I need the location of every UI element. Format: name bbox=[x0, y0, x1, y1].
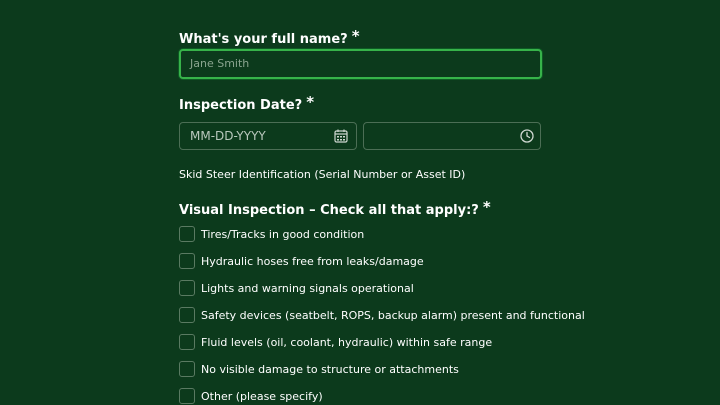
skid-steer-id-label: Skid Steer Identification (Serial Number… bbox=[179, 168, 466, 181]
date-placeholder: MM-DD-YYYY bbox=[190, 129, 266, 143]
required-mark: * bbox=[306, 93, 315, 111]
checkbox[interactable] bbox=[179, 388, 195, 404]
date-question-label: Inspection Date? * bbox=[179, 93, 315, 113]
checkbox-option-fluid-levels[interactable]: Fluid levels (oil, coolant, hydraulic) w… bbox=[179, 333, 492, 351]
name-question-label: What's your full name? * bbox=[179, 27, 360, 47]
inspection-time-input[interactable] bbox=[363, 122, 541, 150]
checkbox-option-lights[interactable]: Lights and warning signals operational bbox=[179, 279, 414, 297]
checkbox-option-tires[interactable]: Tires/Tracks in good condition bbox=[179, 225, 364, 243]
checkbox-option-other[interactable]: Other (please specify) bbox=[179, 387, 323, 405]
checkbox-option-safety-devices[interactable]: Safety devices (seatbelt, ROPS, backup a… bbox=[179, 306, 585, 324]
full-name-input[interactable]: Jane Smith bbox=[179, 49, 542, 79]
required-mark: * bbox=[482, 198, 491, 216]
checkbox[interactable] bbox=[179, 334, 195, 350]
visual-inspection-label: Visual Inspection – Check all that apply… bbox=[179, 198, 491, 218]
checkbox[interactable] bbox=[179, 280, 195, 296]
checkbox-option-hydraulic-hoses[interactable]: Hydraulic hoses free from leaks/damage bbox=[179, 252, 424, 270]
checkbox[interactable] bbox=[179, 361, 195, 377]
checkbox[interactable] bbox=[179, 307, 195, 323]
checkbox[interactable] bbox=[179, 226, 195, 242]
inspection-date-input[interactable]: MM-DD-YYYY bbox=[179, 122, 357, 150]
clock-icon[interactable] bbox=[520, 129, 534, 143]
calendar-icon[interactable] bbox=[334, 129, 348, 143]
full-name-placeholder: Jane Smith bbox=[190, 57, 250, 70]
checkbox-option-no-damage[interactable]: No visible damage to structure or attach… bbox=[179, 360, 459, 378]
checkbox[interactable] bbox=[179, 253, 195, 269]
required-mark: * bbox=[351, 27, 360, 45]
